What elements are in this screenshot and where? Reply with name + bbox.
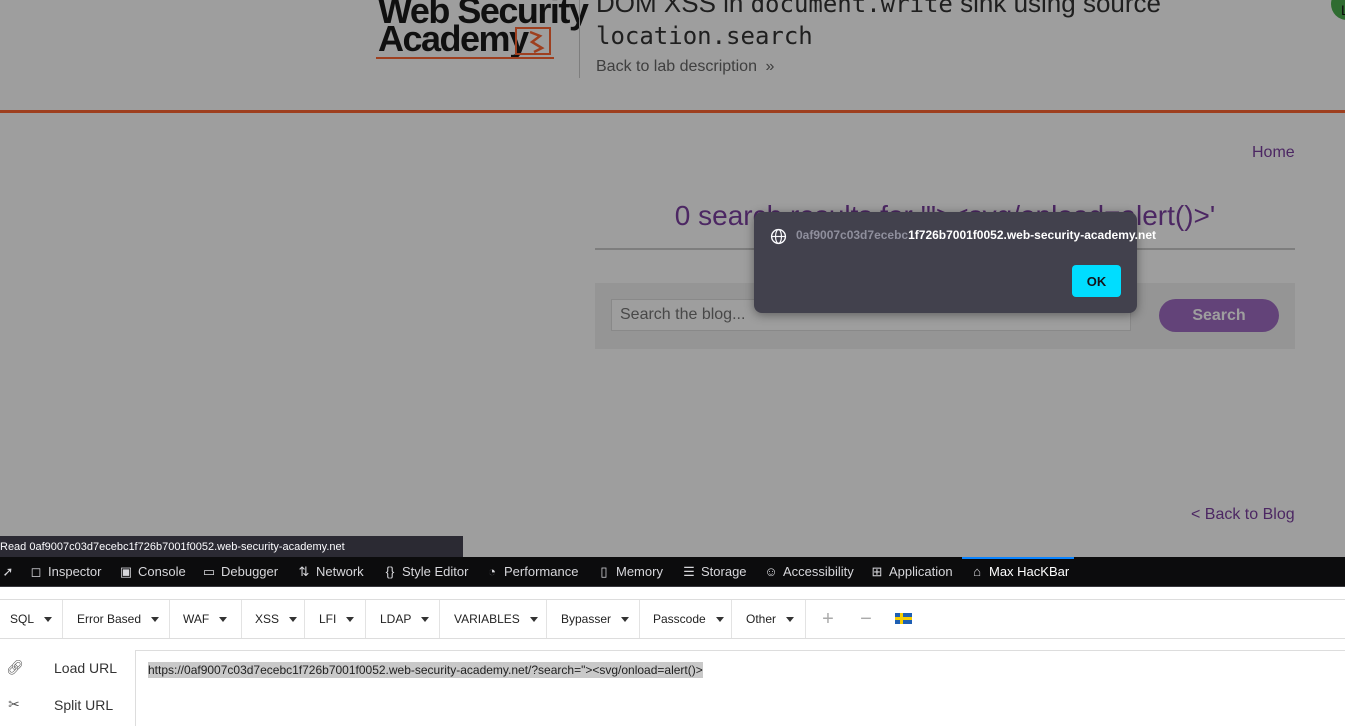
- tab-console[interactable]: ▣ Console: [118, 557, 186, 586]
- tab-style-editor[interactable]: {} Style Editor: [382, 557, 469, 586]
- caret-down-icon: [219, 617, 228, 623]
- dialog-origin-host: 1f726b7001f0052.web-security-academy.net: [908, 228, 1157, 242]
- style-editor-icon: {}: [385, 564, 395, 579]
- load-url-label: Load URL: [54, 660, 118, 676]
- menu-label: WAF: [183, 612, 210, 626]
- caret-down-icon: [421, 617, 430, 623]
- url-textarea[interactable]: https://0af9007c03d7ecebc1f726b7001f0052…: [135, 650, 1345, 727]
- tab-network[interactable]: ⇅ Network: [296, 557, 364, 586]
- memory-icon: ▯: [600, 564, 608, 579]
- menu-error-based[interactable]: Error Based: [63, 600, 170, 638]
- scissors-icon: ✂: [8, 696, 20, 712]
- menu-ldap[interactable]: LDAP: [366, 600, 440, 638]
- tab-label: Max HacKBar: [989, 564, 1070, 579]
- hackbar-body: 🔗︎ Load URL ✂ Split URL https://0af9007c…: [0, 650, 1345, 726]
- performance-icon: ◔: [488, 564, 496, 579]
- menu-label: VARIABLES: [454, 612, 520, 626]
- caret-down-icon: [621, 617, 630, 623]
- tab-application[interactable]: ⊞ Application: [869, 557, 953, 586]
- tab-label: Debugger: [221, 564, 279, 579]
- tab-label: Memory: [616, 564, 663, 579]
- minus-icon[interactable]: −: [856, 600, 876, 638]
- caret-down-icon: [151, 617, 160, 623]
- menu-bypasser[interactable]: Bypasser: [547, 600, 640, 638]
- dialog-origin-faded: 0af9007c03d7ecebc: [796, 228, 909, 242]
- caret-down-icon: [786, 617, 795, 623]
- tab-label: Storage: [701, 564, 747, 579]
- menu-passcode[interactable]: Passcode: [640, 600, 732, 638]
- menu-label: LFI: [319, 612, 337, 626]
- menu-xss[interactable]: XSS: [242, 600, 305, 638]
- console-icon: ▣: [119, 564, 133, 579]
- menu-label: Bypasser: [561, 612, 612, 626]
- tab-storage[interactable]: ☰ Storage: [681, 557, 747, 586]
- tab-label: Network: [316, 564, 364, 579]
- caret-down-icon: [346, 617, 355, 623]
- ok-button[interactable]: OK: [1072, 265, 1121, 297]
- globe-icon: [770, 228, 787, 245]
- menu-waf[interactable]: WAF: [170, 600, 242, 638]
- tab-label: Performance: [504, 564, 579, 579]
- tab-accessibility[interactable]: ☺ Accessibility: [763, 557, 854, 586]
- modal-overlay: [0, 0, 1345, 557]
- tab-performance[interactable]: ◔ Performance: [484, 557, 578, 586]
- caret-down-icon: [715, 617, 724, 623]
- tab-inspector[interactable]: ◻ Inspector: [28, 557, 102, 586]
- menu-label: Passcode: [653, 612, 706, 626]
- tab-label: Inspector: [48, 564, 102, 579]
- tab-label: Console: [138, 564, 186, 579]
- swedish-flag-icon[interactable]: [895, 613, 912, 624]
- hackbar-actions: 🔗︎ Load URL ✂ Split URL: [0, 650, 136, 726]
- menu-lfi[interactable]: LFI: [305, 600, 366, 638]
- split-url-label: Split URL: [54, 697, 114, 713]
- storage-icon: ☰: [683, 564, 695, 579]
- caret-down-icon: [529, 617, 538, 623]
- url-value: https://0af9007c03d7ecebc1f726b7001f0052…: [148, 662, 703, 678]
- status-bar: Read 0af9007c03d7ecebc1f726b7001f0052.we…: [0, 536, 463, 557]
- caret-down-icon: [289, 617, 298, 623]
- menu-label: XSS: [255, 612, 280, 626]
- lab-page: Web Security Academy DOM XSS in document…: [0, 0, 1345, 557]
- hackbar-toolbar: SQL Error Based WAF XSS LFI LDAP VARIABL…: [0, 599, 1345, 639]
- application-icon: ⊞: [871, 564, 883, 579]
- menu-variables[interactable]: VARIABLES: [440, 600, 547, 638]
- menu-label: SQL: [10, 612, 35, 626]
- accessibility-icon: ☺: [764, 564, 778, 579]
- menu-label: Error Based: [77, 612, 142, 626]
- link-icon: 🔗︎: [6, 659, 24, 675]
- tab-debugger[interactable]: ▭ Debugger: [201, 557, 278, 586]
- network-icon: ⇅: [298, 564, 310, 579]
- menu-label: LDAP: [380, 612, 412, 626]
- load-url-button[interactable]: 🔗︎ Load URL: [0, 650, 135, 686]
- inspector-icon: ◻: [30, 564, 42, 579]
- devtools-tabbar: ➚ ◻ Inspector ▣ Console ▭ Debugger ⇅ Network…: [0, 557, 1345, 587]
- tab-label: Accessibility: [783, 564, 854, 579]
- tab-max-hackbar[interactable]: ⌂ Max HacKBar: [962, 557, 1074, 586]
- devtools-panel: ➚ ◻ Inspector ▣ Console ▭ Debugger ⇅ Network…: [0, 557, 1345, 726]
- plus-icon[interactable]: +: [818, 600, 838, 638]
- tab-label: Style Editor: [402, 564, 469, 579]
- alert-dialog: 0af9007c03d7ecebc1f726b7001f0052.web-sec…: [754, 212, 1156, 313]
- menu-other[interactable]: Other: [732, 600, 806, 638]
- element-picker-icon[interactable]: ➚: [0, 557, 20, 586]
- hackbar-icon: ⌂: [973, 564, 981, 579]
- menu-sql[interactable]: SQL: [0, 600, 63, 638]
- tab-memory[interactable]: ▯ Memory: [596, 557, 663, 586]
- menu-label: Other: [746, 612, 777, 626]
- split-url-button[interactable]: ✂ Split URL: [0, 687, 135, 723]
- caret-down-icon: [44, 617, 53, 623]
- tab-label: Application: [889, 564, 953, 579]
- dialog-origin: 0af9007c03d7ecebc1f726b7001f0052.web-sec…: [796, 228, 1156, 242]
- debugger-icon: ▭: [202, 564, 216, 579]
